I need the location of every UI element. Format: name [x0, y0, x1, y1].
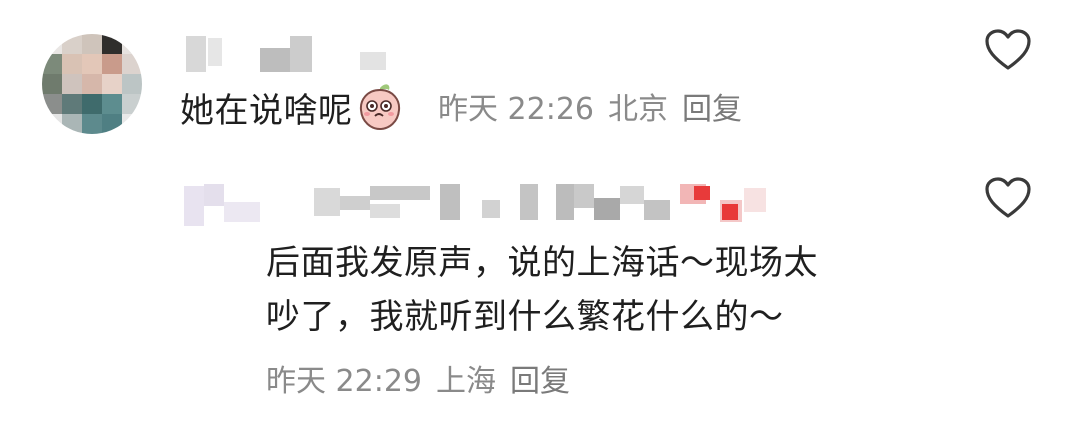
username-blurred[interactable]: [184, 180, 774, 228]
comment-text: 后面我发原声，说的上海话～现场太 吵了，我就听到什么繁花什么的～: [266, 236, 818, 344]
comment-meta: 昨天 22:26 北京 回复: [438, 90, 756, 130]
username-blurred[interactable]: [180, 34, 400, 74]
comment-text-line: 后面我发原声，说的上海话～现场太: [266, 243, 818, 283]
reply-button[interactable]: 回复: [510, 364, 570, 399]
comment-time: 昨天 22:29: [266, 364, 422, 399]
comment-location: 北京: [608, 92, 668, 127]
peach-face-emoji: [359, 84, 400, 131]
comment-time: 昨天 22:26: [438, 92, 594, 127]
heart-icon[interactable]: [984, 28, 1032, 72]
avatar[interactable]: [42, 34, 142, 134]
comment-text: 她在说啥呢: [180, 82, 405, 138]
heart-icon[interactable]: [984, 176, 1032, 220]
comment-text-line: 吵了，我就听到什么繁花什么的～: [266, 297, 784, 337]
comment-location: 上海: [436, 364, 496, 399]
reply-button[interactable]: 回复: [682, 92, 742, 127]
comment-meta: 昨天 22:29 上海 回复: [266, 362, 584, 402]
